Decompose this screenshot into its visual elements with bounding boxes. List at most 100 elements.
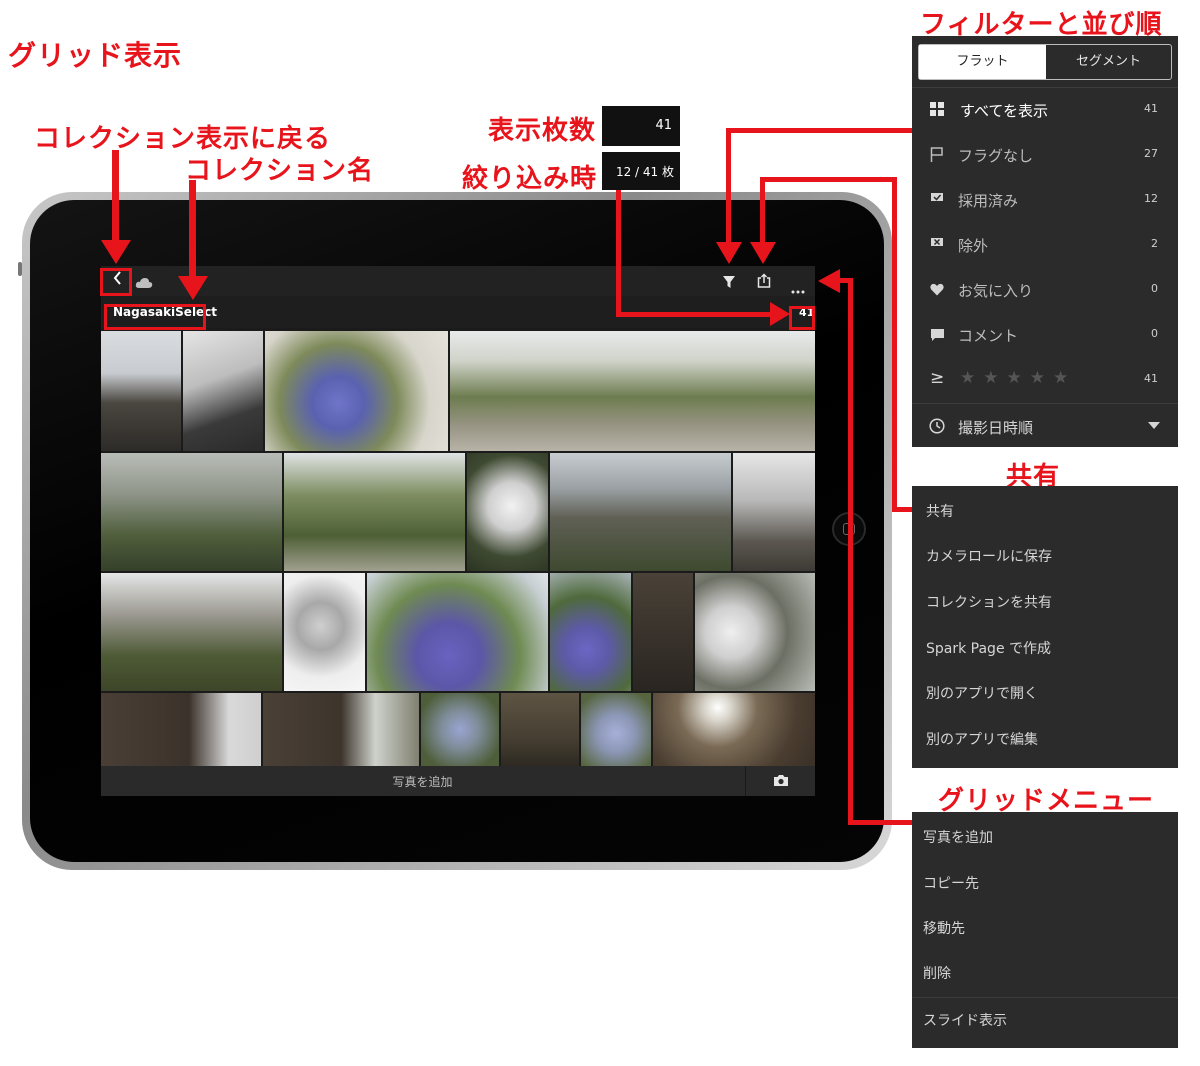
photo-thumbnail[interactable] xyxy=(450,331,815,451)
photo-thumbnail[interactable] xyxy=(467,453,548,571)
arrow-head xyxy=(750,242,776,264)
photo-thumbnail[interactable] xyxy=(550,453,731,571)
arrow-line xyxy=(848,278,853,824)
heart-icon xyxy=(930,283,944,296)
tab-flat[interactable]: フラット xyxy=(919,45,1046,79)
menu-add-photos[interactable]: 写真を追加 xyxy=(912,814,1178,859)
share-collection[interactable]: コレクションを共有 xyxy=(912,579,1178,624)
share-item-label: コレクションを共有 xyxy=(926,595,1052,611)
grid-menu-label: コピー先 xyxy=(923,876,979,892)
share-item-label: 別のアプリで編集 xyxy=(926,732,1038,748)
flag-picked-icon xyxy=(931,193,943,207)
photo-thumbnail[interactable] xyxy=(501,693,579,766)
filter-label: お気に入り xyxy=(958,282,1034,300)
photo-thumbnail[interactable] xyxy=(101,573,282,691)
add-photos-button[interactable]: 写真を追加 xyxy=(101,773,744,790)
filter-count: 41 xyxy=(1144,102,1158,115)
menu-move-to[interactable]: 移動先 xyxy=(912,905,1178,950)
filter-count: 27 xyxy=(1144,147,1158,160)
arrow-line xyxy=(616,312,776,317)
filter-rejected[interactable]: 除外 2 xyxy=(912,222,1178,267)
photo-count-highlight xyxy=(789,306,815,330)
save-to-camera-roll[interactable]: カメラロールに保存 xyxy=(912,533,1178,578)
rating-symbol: ≥ xyxy=(930,368,945,388)
photo-thumbnail[interactable] xyxy=(695,573,815,691)
create-spark-page[interactable]: Spark Page で作成 xyxy=(912,625,1178,670)
lightroom-screen: NagasakiSelect 41 写真を追加 xyxy=(101,266,815,796)
flag-rejected-icon xyxy=(931,238,943,252)
filter-label: 除外 xyxy=(958,237,989,255)
top-toolbar xyxy=(101,266,815,296)
filter-rating[interactable]: ≥ ★★★★★ 41 xyxy=(912,357,1178,402)
share-icon[interactable] xyxy=(757,273,771,292)
photo-thumbnail[interactable] xyxy=(367,573,548,691)
arrow-line xyxy=(760,177,897,182)
filtered-count-value: 12 / 41 枚 xyxy=(615,165,674,179)
back-button-highlight xyxy=(100,268,132,296)
arrow-line xyxy=(112,150,119,246)
arrow-head xyxy=(716,242,742,264)
grid-menu: 写真を追加 コピー先 移動先 削除 スライド表示 xyxy=(912,812,1178,1048)
filter-unflagged[interactable]: フラグなし 27 xyxy=(912,132,1178,177)
star-icon[interactable]: ★ xyxy=(983,368,1006,388)
arrow-line xyxy=(760,177,765,245)
filter-icon[interactable] xyxy=(722,274,736,293)
menu-copy-to[interactable]: コピー先 xyxy=(912,860,1178,905)
filter-count: 2 xyxy=(1151,237,1158,250)
filtered-callout: 絞り込み時 xyxy=(462,164,598,194)
photo-thumbnail[interactable] xyxy=(633,573,693,691)
comment-icon xyxy=(931,329,944,341)
edit-in-other-app[interactable]: 別のアプリで編集 xyxy=(912,716,1178,761)
star-icon[interactable]: ★ xyxy=(960,368,983,388)
grid-menu-label: 移動先 xyxy=(923,921,965,937)
star-icon[interactable]: ★ xyxy=(1030,368,1053,388)
filter-picked[interactable]: 採用済み 12 xyxy=(912,177,1178,222)
photo-thumbnail[interactable] xyxy=(581,693,651,766)
rating-count: 41 xyxy=(1144,372,1158,385)
arrow-line xyxy=(726,128,914,133)
collection-name-callout: コレクション名 xyxy=(185,156,375,186)
photo-thumbnail[interactable] xyxy=(653,693,815,766)
photo-thumbnail[interactable] xyxy=(263,693,419,766)
photo-thumbnail[interactable] xyxy=(733,453,815,571)
photo-thumbnail[interactable] xyxy=(101,453,282,571)
photo-thumbnail[interactable] xyxy=(284,573,365,691)
grid-menu-label: スライド表示 xyxy=(923,1013,1007,1029)
share-menu: 共有 カメラロールに保存 コレクションを共有 Spark Page で作成 別の… xyxy=(912,486,1178,768)
filter-label: コメント xyxy=(958,327,1019,345)
share-item-label: 別のアプリで開く xyxy=(926,686,1038,702)
share-item-label: Spark Page で作成 xyxy=(926,641,1052,657)
arrow-head xyxy=(770,302,790,326)
arrow-line xyxy=(726,128,731,246)
star-icon[interactable]: ★ xyxy=(1007,368,1030,388)
filter-favorites[interactable]: お気に入り 0 xyxy=(912,267,1178,312)
photo-thumbnail[interactable] xyxy=(550,573,631,691)
star-icon[interactable]: ★ xyxy=(1053,368,1076,388)
sort-order[interactable]: 撮影日時順 xyxy=(912,404,1178,447)
photo-thumbnail[interactable] xyxy=(183,331,263,451)
filter-all[interactable]: すべてを表示 41 xyxy=(912,87,1178,132)
photo-thumbnail[interactable] xyxy=(284,453,465,571)
open-in-other-app[interactable]: 別のアプリで開く xyxy=(912,670,1178,715)
share-item[interactable]: 共有 xyxy=(912,488,1178,533)
arrow-line xyxy=(892,507,914,512)
clock-icon xyxy=(929,418,945,434)
photo-thumbnail[interactable] xyxy=(101,693,261,766)
chevron-down-icon xyxy=(1148,422,1160,429)
grid-menu-label: 写真を追加 xyxy=(923,830,993,846)
grid-menu-label: 削除 xyxy=(923,966,951,982)
filter-label: 採用済み xyxy=(958,192,1019,210)
menu-slideshow[interactable]: スライド表示 xyxy=(912,997,1178,1042)
collection-name-highlight xyxy=(104,304,206,330)
filter-comments[interactable]: コメント 0 xyxy=(912,312,1178,357)
camera-button[interactable] xyxy=(745,766,815,796)
photo-thumbnail[interactable] xyxy=(101,331,181,451)
rating-stars[interactable]: ★★★★★ xyxy=(960,368,1076,388)
arrow-head xyxy=(818,269,840,293)
photo-thumbnail[interactable] xyxy=(421,693,499,766)
photo-thumbnail[interactable] xyxy=(265,331,448,451)
menu-delete[interactable]: 削除 xyxy=(912,950,1178,995)
filter-count: 0 xyxy=(1151,282,1158,295)
tab-segment[interactable]: セグメント xyxy=(1046,45,1171,79)
cloud-icon xyxy=(135,274,153,293)
